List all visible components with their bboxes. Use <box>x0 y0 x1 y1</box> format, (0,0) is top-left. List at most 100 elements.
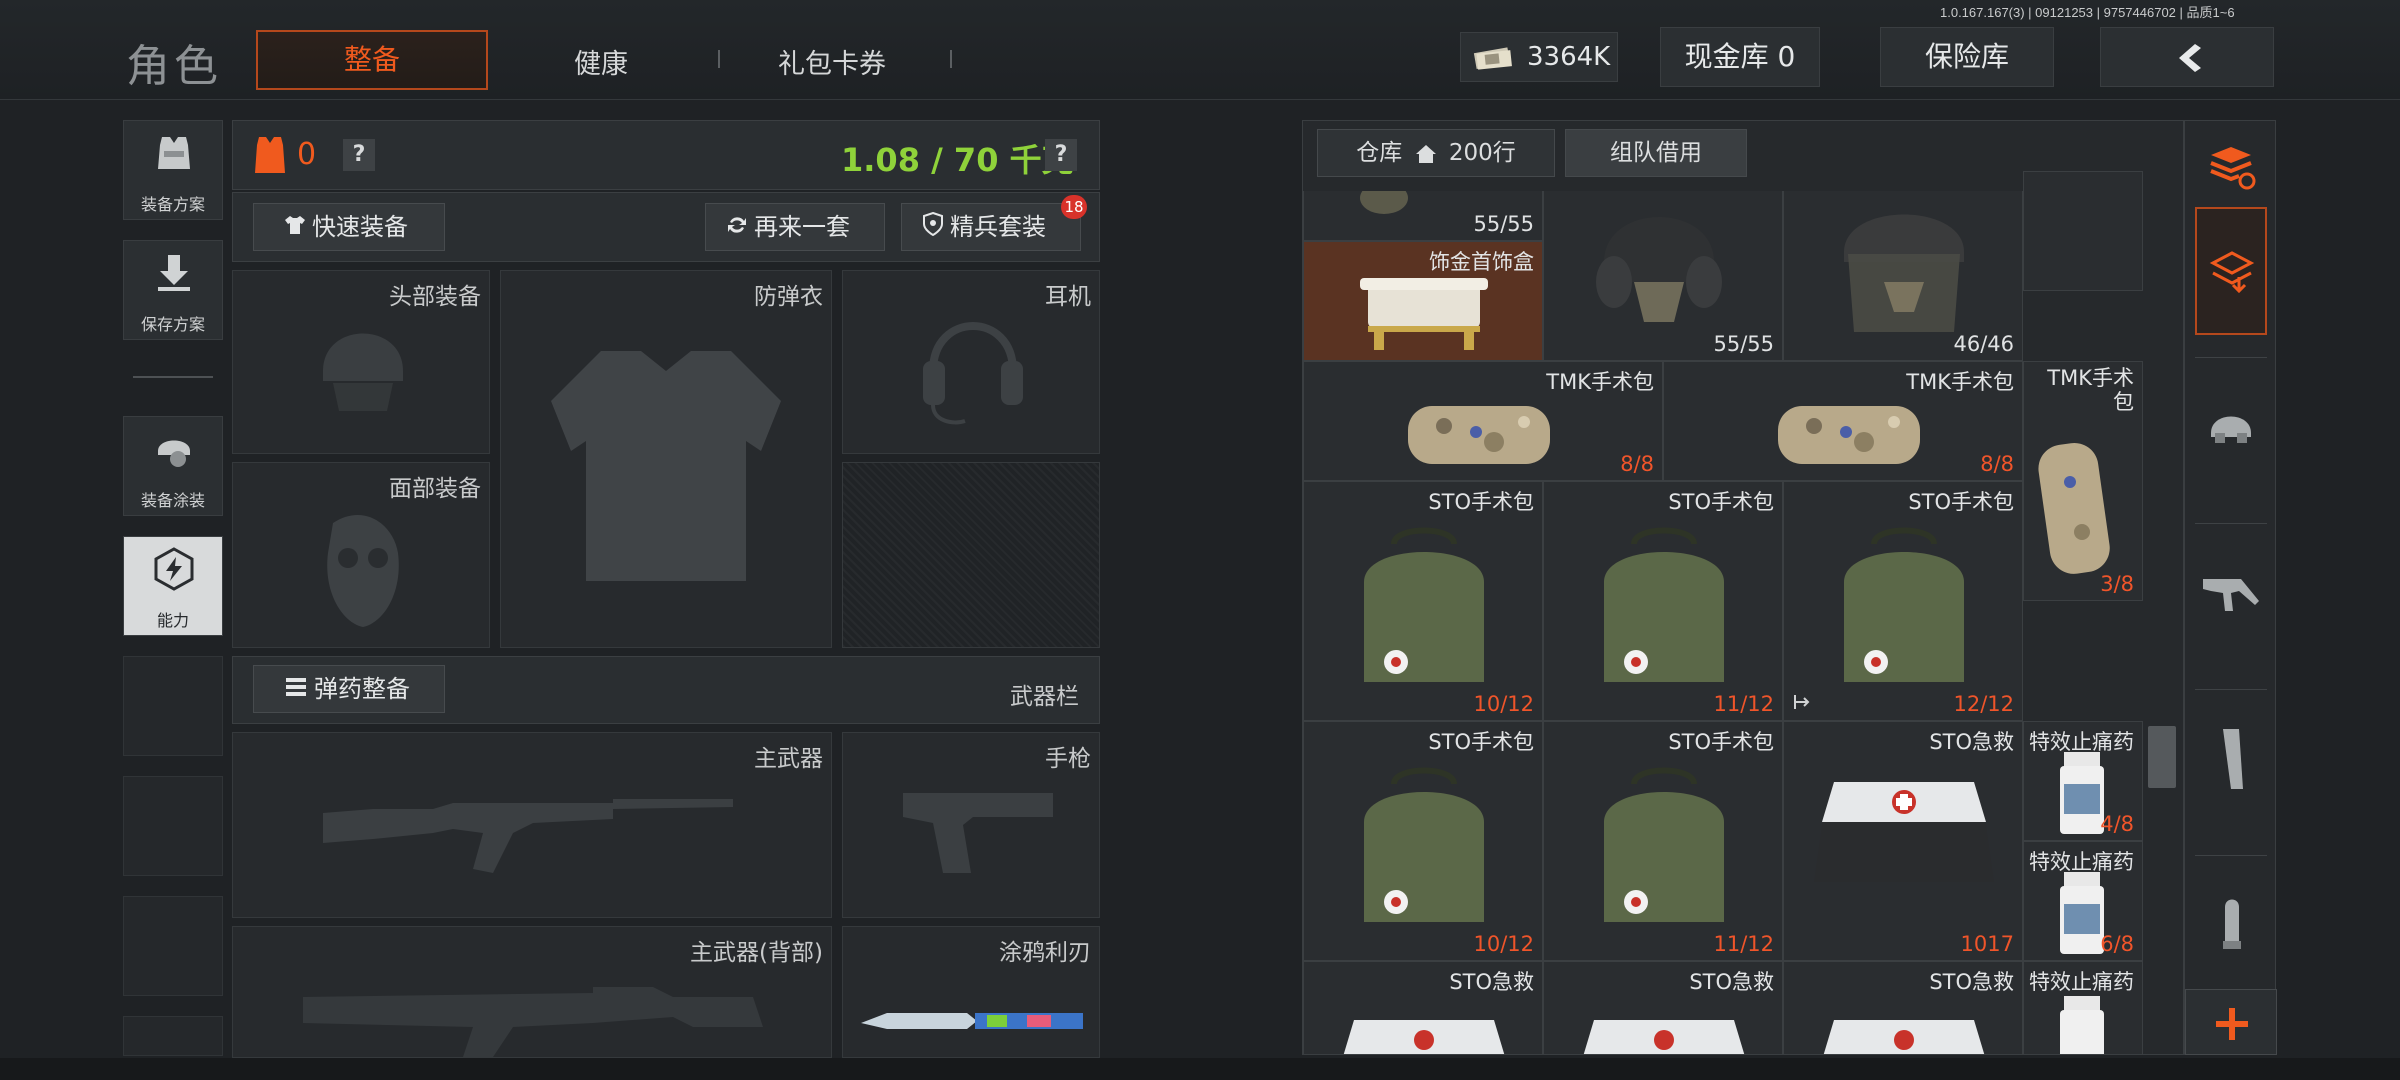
warehouse-tab[interactable]: 仓库 200行 <box>1317 129 1555 177</box>
slot-vest[interactable]: 防弹衣 <box>500 270 832 648</box>
headset-silhouette-icon <box>923 322 1023 425</box>
slot-primary-weapon[interactable]: 主武器 <box>232 732 832 918</box>
money-display: 3364K <box>1460 32 1618 82</box>
camo-bag-icon <box>2038 442 2110 574</box>
elite-badge: 18 <box>1061 195 1087 219</box>
rail-label: 保存方案 <box>140 315 205 334</box>
helmet-paint-icon <box>158 440 190 467</box>
elite-set-button[interactable]: 精兵套装 <box>901 203 1081 251</box>
armor-count: 0 <box>297 137 317 172</box>
rail-save-plan[interactable]: 保存方案 <box>123 240 223 340</box>
tab-gift-cards[interactable]: 礼包卡券 <box>778 42 886 81</box>
rail-ability[interactable]: 能力 <box>123 536 223 636</box>
first-aid-case-icon <box>1583 1020 1745 1054</box>
slot-pistol-label: 手枪 <box>1045 746 1091 772</box>
inventory-item[interactable]: 饰金首饰盒 <box>1303 241 1543 361</box>
inventory-item[interactable]: 特效止痛药 <box>2023 961 2143 1054</box>
help-icon[interactable]: ? <box>343 139 375 171</box>
warehouse-rows: 200行 <box>1448 140 1516 166</box>
filter-rifle[interactable] <box>2195 531 2267 651</box>
rail-divider <box>133 376 213 378</box>
inventory-item[interactable]: STO手术包 11/12 <box>1543 481 1783 721</box>
rail-equip-paint[interactable]: 装备涂装 <box>123 416 223 516</box>
slot-primary-back[interactable]: 主武器(背部) <box>232 926 832 1058</box>
inventory-item[interactable]: TMK手术包 8/8 <box>1663 361 2023 481</box>
weight-help-icon[interactable]: ? <box>1045 139 1077 171</box>
rail-empty-slot <box>123 1016 223 1056</box>
inventory-item[interactable]: STO急救 1017 <box>1783 721 2023 961</box>
rail-equip-plan[interactable]: 装备方案 <box>123 120 223 220</box>
weapon-bar-header: 弹药整备 武器栏 <box>232 656 1100 724</box>
tab-equip[interactable]: 整备 <box>256 30 488 90</box>
rail-empty-slot <box>123 656 223 756</box>
quick-equip-label: 快速装备 <box>312 213 408 241</box>
inventory-item[interactable]: 特效止痛药 6/8 <box>2023 841 2143 961</box>
camo-surgical-kit-icon <box>1408 406 1550 464</box>
money-amount: 3364K <box>1527 42 1611 72</box>
shirt-icon <box>284 205 306 251</box>
slot-face-label: 面部装备 <box>389 476 481 502</box>
slot-face[interactable]: 面部装备 <box>232 462 490 648</box>
page-title: 角色 <box>126 41 222 92</box>
slot-melee-label: 涂鸦利刃 <box>999 940 1091 966</box>
slot-earphone-label: 耳机 <box>1045 284 1091 310</box>
inventory-item[interactable]: STO手术包 10/12 <box>1303 721 1543 961</box>
inventory-item[interactable]: 55/55 <box>1303 191 1543 241</box>
weapon-bar-label: 武器栏 <box>1010 684 1079 710</box>
sto-surgical-kit-icon <box>1364 767 1484 922</box>
equip-action-bar: 快速装备 再来一套 精兵套装 18 <box>232 192 1100 262</box>
inventory-item[interactable]: STO急救 <box>1543 961 1783 1054</box>
cash-icon <box>1473 47 1512 70</box>
add-button[interactable] <box>2185 989 2277 1055</box>
slot-melee[interactable]: 涂鸦利刃 <box>842 926 1100 1058</box>
equip-status-bar: 0 ? 1.08 / 70 千克 ? <box>232 120 1100 190</box>
filter-separator <box>2195 357 2267 358</box>
inventory-item[interactable]: STO手术包 11/12 <box>1543 721 1783 961</box>
inventory-item[interactable]: TMK手术包 3/8 <box>2023 361 2143 601</box>
vest-silhouette-icon <box>551 351 781 581</box>
first-aid-case-icon <box>1343 1020 1505 1054</box>
tab-separator <box>718 50 720 68</box>
ammo-prep-button[interactable]: 弹药整备 <box>253 665 445 713</box>
hex-bolt-icon <box>154 547 194 591</box>
inventory-item[interactable]: 46/46 <box>1783 191 2023 361</box>
bottom-bar <box>0 1058 2400 1080</box>
slot-head[interactable]: 头部装备 <box>232 270 490 454</box>
weight-display: 1.08 / 70 千克 <box>841 141 1074 179</box>
warehouse-panel: 仓库 200行 组队借用 55/55 饰金首饰盒 55/55 46/46 TMK… <box>1302 120 2184 1055</box>
filter-all[interactable] <box>2195 207 2267 335</box>
warehouse-scrollbar[interactable] <box>2148 726 2176 788</box>
bullet-icon <box>2223 899 2241 949</box>
inventory-item[interactable]: STO急救 <box>1303 961 1543 1054</box>
slot-primary-back-label: 主武器(背部) <box>690 940 823 966</box>
slot-locked <box>842 462 1100 648</box>
slot-earphone[interactable]: 耳机 <box>842 270 1100 454</box>
equip-again-button[interactable]: 再来一套 <box>705 203 885 251</box>
inventory-item[interactable]: STO急救 <box>1783 961 2023 1054</box>
filter-ammo[interactable] <box>2195 863 2267 983</box>
cash-vault-button[interactable]: 现金库 0 <box>1660 27 1820 87</box>
slot-pistol[interactable]: 手枪 <box>842 732 1100 918</box>
tab-health[interactable]: 健康 <box>574 42 628 81</box>
inventory-item[interactable]: STO手术包 12/12 <box>1783 481 2023 721</box>
safe-vault-button[interactable]: 保险库 <box>1880 27 2054 87</box>
team-borrow-tab[interactable]: 组队借用 <box>1565 129 1747 177</box>
back-button[interactable] <box>2100 27 2274 87</box>
inventory-item[interactable]: STO手术包 10/12 <box>1303 481 1543 721</box>
refresh-icon <box>726 205 748 251</box>
filter-magazine[interactable] <box>2195 697 2267 817</box>
inventory-grid: 55/55 饰金首饰盒 55/55 46/46 TMK手术包 8/8 TMK手术… <box>1303 191 2023 1054</box>
first-aid-case-icon <box>1823 1020 1985 1054</box>
inventory-item[interactable]: TMK手术包 8/8 <box>1303 361 1663 481</box>
filter-helmet[interactable] <box>2195 365 2267 485</box>
home-icon <box>1415 144 1436 163</box>
quick-equip-button[interactable]: 快速装备 <box>253 203 445 251</box>
inventory-item[interactable]: 55/55 <box>1543 191 1783 361</box>
slot-primary-label: 主武器 <box>754 746 823 772</box>
rifle-silhouette-icon <box>323 799 733 873</box>
filter-sort[interactable] <box>2195 131 2267 211</box>
rail-label: 装备方案 <box>140 195 205 214</box>
vest-icon <box>158 137 190 169</box>
inventory-item[interactable]: 特效止痛药 4/8 <box>2023 721 2143 841</box>
shield-icon <box>922 205 944 251</box>
